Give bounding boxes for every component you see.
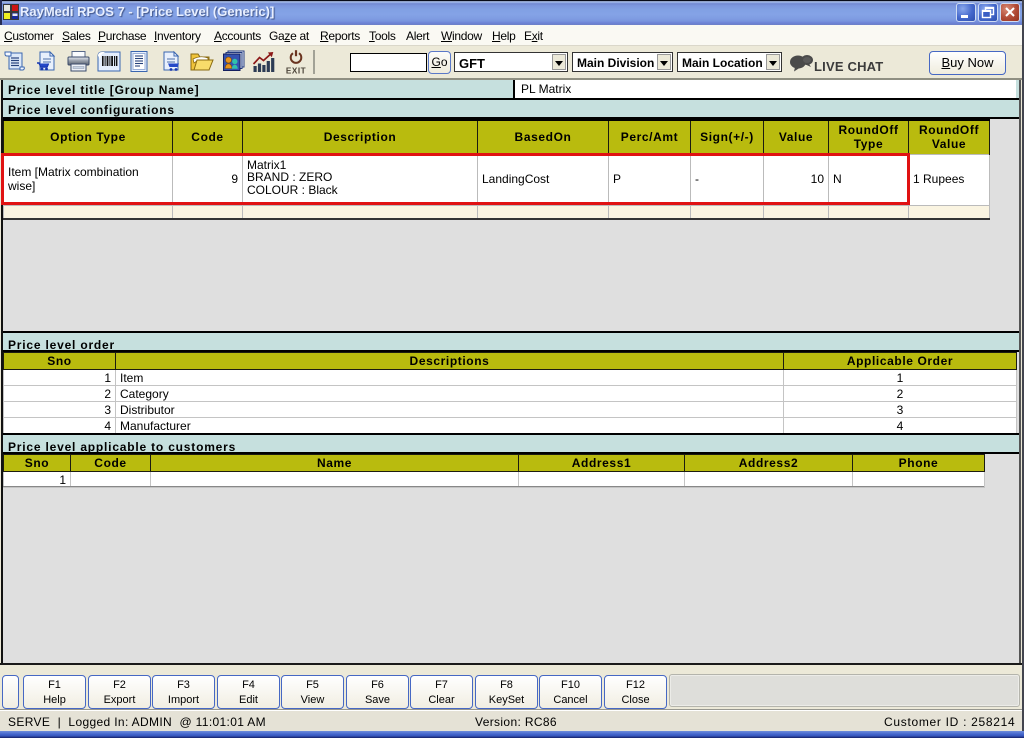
svg-text:EXIT: EXIT bbox=[286, 67, 306, 76]
